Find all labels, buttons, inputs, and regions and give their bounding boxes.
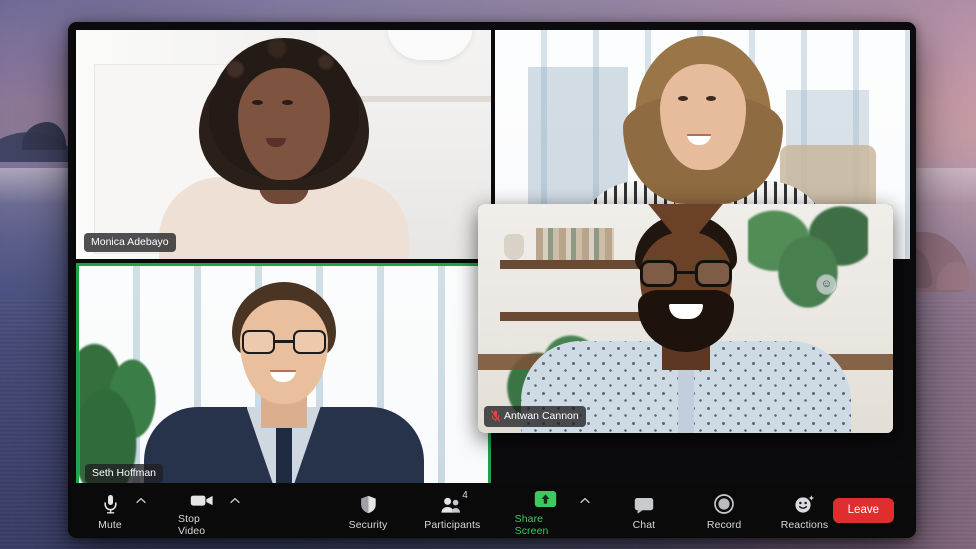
leave-button[interactable]: Leave	[832, 498, 894, 523]
record-button-label: Record	[706, 518, 742, 531]
participant-name: Monica Adebayo	[91, 235, 169, 248]
stop-video-button-label: Stop Video	[177, 512, 206, 537]
video-gallery: Monica Adebayo Seth Hoffman ☺ Antwan Can…	[68, 22, 916, 492]
toolbar-center-group: Security 4 Participants Share Screen Cha…	[340, 485, 833, 537]
name-label-antwan: Antwan Cannon	[484, 406, 586, 427]
video-feed-antwan	[478, 204, 893, 433]
security-button[interactable]: Security	[340, 491, 396, 531]
video-feed-monica	[76, 30, 491, 259]
share-screen-button-label: Share Screen	[514, 512, 549, 537]
participant-name: Antwan Cannon	[504, 409, 579, 422]
share-arrow-icon	[534, 487, 557, 508]
reactions-button[interactable]: Reactions	[776, 491, 832, 531]
meeting-toolbar: Mute Stop Video Security 4 Participants …	[68, 483, 916, 538]
name-label-monica: Monica Adebayo	[84, 232, 176, 252]
video-camera-icon	[190, 487, 214, 508]
chat-button-label: Chat	[632, 518, 656, 531]
shield-icon	[360, 493, 377, 514]
reactions-button-label: Reactions	[780, 518, 829, 531]
microphone-icon	[103, 493, 118, 514]
participants-button-label: Participants	[424, 518, 481, 531]
video-feed-seth	[79, 266, 488, 489]
video-tile-seth[interactable]: Seth Hoffman	[76, 263, 491, 492]
record-button[interactable]: Record	[696, 491, 752, 531]
video-tile-antwan[interactable]: ☺ Antwan Cannon	[478, 204, 893, 433]
name-label-seth: Seth Hoffman	[85, 463, 164, 483]
reaction-badge-icon: ☺	[816, 274, 837, 295]
eyeglasses-icon	[241, 330, 326, 354]
mute-button-label: Mute	[98, 518, 122, 531]
stop-video-button[interactable]: Stop Video	[172, 485, 232, 537]
eyeglasses-icon	[639, 260, 732, 287]
chat-button[interactable]: Chat	[616, 491, 672, 531]
desktop-wallpaper: Monica Adebayo Seth Hoffman ☺ Antwan Can…	[0, 0, 976, 549]
chat-bubble-icon	[634, 493, 654, 514]
record-circle-icon	[714, 493, 734, 514]
smiley-sparkle-icon	[794, 493, 815, 514]
muted-microphone-icon	[491, 410, 500, 422]
security-button-label: Security	[348, 518, 388, 531]
participants-button[interactable]: 4 Participants	[420, 489, 484, 531]
share-screen-button[interactable]: Share Screen	[509, 485, 582, 537]
participant-name: Seth Hoffman	[92, 466, 157, 479]
mute-button[interactable]: Mute	[82, 491, 138, 531]
video-tile-monica[interactable]: Monica Adebayo	[76, 30, 491, 259]
toolbar-left-group: Mute Stop Video	[82, 485, 242, 537]
people-icon	[440, 493, 464, 514]
participants-count-badge: 4	[462, 489, 468, 501]
zoom-meeting-window: Monica Adebayo Seth Hoffman ☺ Antwan Can…	[68, 22, 916, 538]
